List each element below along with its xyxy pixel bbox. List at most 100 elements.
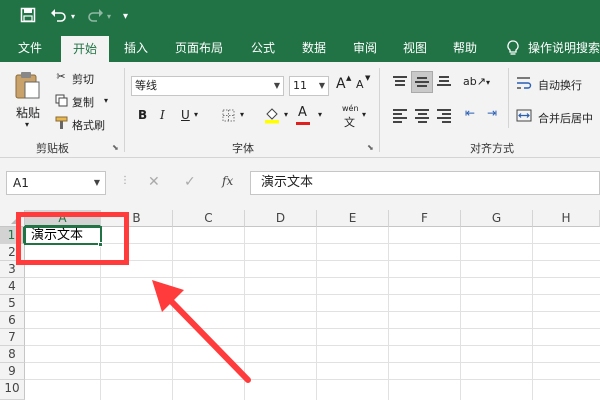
font-size-select[interactable]: 11 ▼ bbox=[289, 76, 329, 96]
annotation-highlight-box bbox=[16, 212, 129, 265]
fill-color-dropdown-icon[interactable]: ▾ bbox=[284, 110, 288, 119]
row-header[interactable]: 7 bbox=[0, 329, 25, 346]
underline-button[interactable]: U bbox=[181, 108, 190, 122]
insert-function-icon[interactable]: fx bbox=[222, 174, 233, 188]
gridline bbox=[460, 227, 461, 400]
increase-indent-icon[interactable]: ⇥ bbox=[487, 106, 497, 120]
merge-center-button[interactable]: 合并后居中 bbox=[538, 110, 593, 126]
decrease-indent-icon[interactable]: ⇤ bbox=[465, 106, 475, 120]
font-size-value: 11 bbox=[293, 79, 307, 92]
formula-input[interactable]: 演示文本 bbox=[250, 171, 600, 195]
column-header[interactable]: F bbox=[389, 210, 461, 227]
clipboard-group-label: 剪贴板 bbox=[36, 142, 69, 155]
grow-font-button[interactable]: A bbox=[336, 76, 346, 92]
align-left-icon[interactable] bbox=[393, 109, 407, 125]
align-middle-icon bbox=[415, 77, 429, 89]
redo-dropdown-icon: ▾ bbox=[107, 12, 112, 21]
chevron-down-icon[interactable]: ▼ bbox=[94, 172, 100, 194]
gridline bbox=[25, 294, 600, 295]
row-header[interactable]: 10 bbox=[0, 380, 25, 400]
tab-view[interactable]: 视图 bbox=[395, 34, 435, 62]
tab-file[interactable]: 文件 bbox=[10, 34, 50, 62]
phonetic-char-icon: 文 bbox=[344, 116, 355, 129]
column-header[interactable]: D bbox=[245, 210, 317, 227]
shrink-arrow-icon: ▼ bbox=[365, 74, 371, 82]
font-color-swatch bbox=[296, 122, 310, 125]
font-launcher-icon[interactable]: ⬊ bbox=[367, 143, 374, 152]
align-center-icon[interactable] bbox=[415, 109, 429, 125]
format-painter-button[interactable]: 格式刷 bbox=[72, 117, 105, 133]
align-right-icon[interactable] bbox=[437, 109, 451, 125]
title-bar: ▾ ▾ ▾ bbox=[0, 0, 600, 34]
paste-icon[interactable] bbox=[14, 70, 42, 100]
paste-button[interactable]: 粘贴 bbox=[16, 104, 40, 121]
phonetic-button[interactable]: wén bbox=[342, 104, 359, 113]
row-header[interactable]: 6 bbox=[0, 312, 25, 329]
align-middle-button[interactable] bbox=[411, 71, 433, 93]
enter-icon: ✓ bbox=[184, 174, 196, 190]
copy-button[interactable]: 复制 bbox=[72, 94, 94, 110]
undo-icon[interactable] bbox=[50, 7, 68, 29]
underline-dropdown-icon[interactable]: ▾ bbox=[194, 110, 198, 119]
tab-home[interactable]: 开始 bbox=[61, 36, 109, 62]
fill-color-icon[interactable] bbox=[264, 107, 280, 127]
wrap-text-button[interactable]: 自动换行 bbox=[538, 77, 582, 93]
lightbulb-icon bbox=[505, 34, 521, 62]
customize-qat-icon[interactable]: ▾ bbox=[123, 7, 128, 27]
bold-button[interactable]: B bbox=[138, 108, 147, 122]
gridline bbox=[316, 227, 317, 400]
gridline bbox=[388, 227, 389, 400]
row-header[interactable]: 5 bbox=[0, 295, 25, 312]
paste-dropdown-icon[interactable]: ▾ bbox=[25, 120, 29, 129]
undo-dropdown-icon[interactable]: ▾ bbox=[71, 7, 75, 27]
gridline bbox=[25, 277, 600, 278]
group-divider bbox=[508, 68, 509, 128]
redo-icon bbox=[86, 7, 104, 29]
orientation-icon[interactable]: ab↗ bbox=[463, 75, 486, 88]
tell-me-search[interactable]: 操作说明搜索 bbox=[528, 34, 600, 62]
merge-center-icon bbox=[516, 109, 532, 125]
font-color-button[interactable]: A bbox=[298, 105, 307, 120]
save-icon[interactable] bbox=[20, 7, 36, 29]
shrink-font-button[interactable]: A bbox=[356, 78, 364, 91]
font-color-dropdown-icon[interactable]: ▾ bbox=[318, 110, 322, 119]
cut-button[interactable]: 剪切 bbox=[72, 71, 94, 87]
copy-icon bbox=[54, 94, 68, 110]
tab-insert[interactable]: 插入 bbox=[116, 34, 156, 62]
copy-dropdown-icon[interactable]: ▾ bbox=[104, 96, 108, 105]
italic-button[interactable]: I bbox=[160, 108, 165, 122]
border-dropdown-icon[interactable]: ▾ bbox=[240, 110, 244, 119]
gridline bbox=[25, 345, 600, 346]
row-header[interactable]: 4 bbox=[0, 278, 25, 295]
gridline bbox=[25, 379, 600, 380]
align-bottom-icon[interactable] bbox=[437, 76, 451, 88]
tab-help[interactable]: 帮助 bbox=[445, 34, 485, 62]
column-header[interactable]: C bbox=[173, 210, 245, 227]
align-top-icon[interactable] bbox=[393, 76, 407, 88]
name-box[interactable]: A1 ▼ bbox=[6, 171, 106, 195]
tab-page-layout[interactable]: 页面布局 bbox=[168, 34, 230, 62]
clipboard-launcher-icon[interactable]: ⬊ bbox=[112, 143, 119, 152]
worksheet-grid[interactable]: A B C D E F G H 1 2 3 4 5 6 7 8 9 10 演示文… bbox=[0, 210, 600, 400]
tab-formulas[interactable]: 公式 bbox=[243, 34, 283, 62]
formula-bar: A1 ▼ ⋮ ✕ ✓ fx 演示文本 bbox=[0, 158, 600, 210]
border-icon[interactable] bbox=[221, 109, 235, 125]
orientation-dropdown-icon[interactable]: ▾ bbox=[486, 78, 490, 87]
group-divider bbox=[124, 68, 125, 152]
font-name-select[interactable]: 等线 ▼ bbox=[131, 76, 284, 96]
column-header[interactable]: E bbox=[317, 210, 389, 227]
ribbon-tabs: 文件 开始 插入 页面布局 公式 数据 审阅 视图 帮助 操作说明搜索 bbox=[0, 34, 600, 62]
cancel-icon: ✕ bbox=[148, 174, 160, 190]
row-header[interactable]: 9 bbox=[0, 363, 25, 380]
chevron-down-icon: ▼ bbox=[318, 81, 325, 90]
tab-review[interactable]: 审阅 bbox=[345, 34, 385, 62]
column-header[interactable]: H bbox=[533, 210, 600, 227]
tab-data[interactable]: 数据 bbox=[294, 34, 334, 62]
chevron-down-icon: ▼ bbox=[273, 81, 280, 90]
gridline bbox=[25, 328, 600, 329]
row-header[interactable]: 8 bbox=[0, 346, 25, 363]
phonetic-dropdown-icon[interactable]: ▾ bbox=[362, 110, 366, 119]
alignment-group-label: 对齐方式 bbox=[470, 142, 514, 155]
column-header[interactable]: G bbox=[461, 210, 533, 227]
annotation-arrow-icon bbox=[152, 280, 251, 383]
